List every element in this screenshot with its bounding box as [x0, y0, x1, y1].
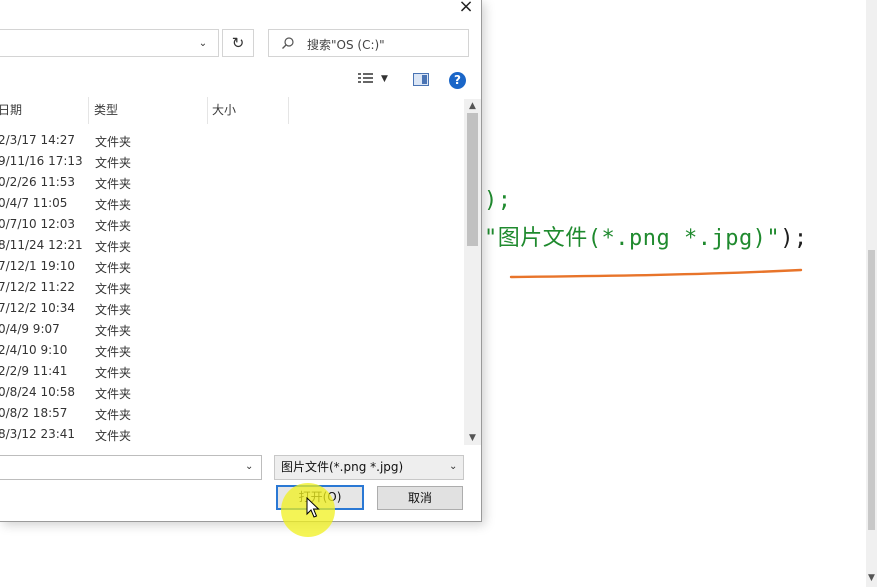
row-type: 文件夹	[95, 387, 132, 401]
row-date: 0/8/24 10:58	[0, 385, 76, 399]
table-row[interactable]: 0/4/7 11:05 文件夹	[0, 193, 462, 214]
view-options-button[interactable]: ▼	[357, 71, 393, 89]
address-bar[interactable]	[0, 29, 219, 57]
file-list-scrollbar[interactable]: ▲ ▼	[464, 99, 481, 445]
table-row[interactable]: 0/4/9 9:07 文件夹	[0, 319, 462, 340]
row-type: 文件夹	[95, 429, 132, 443]
table-row[interactable]: 2/3/17 14:27 文件夹	[0, 130, 462, 151]
scroll-down-icon[interactable]: ▼	[464, 433, 481, 443]
table-row[interactable]: 8/3/12 23:41 文件夹	[0, 424, 462, 445]
open-file-dialog: × ⌄ ↻ 搜索"OS (C:)" ▼ ? 日期 类型 大小 2/3/17 14…	[0, 0, 482, 522]
code-text: );	[484, 188, 512, 213]
row-type: 文件夹	[95, 303, 132, 317]
editor-scrollbar[interactable]: ▼	[866, 0, 877, 587]
row-type: 文件夹	[95, 240, 132, 254]
row-type: 文件夹	[95, 324, 132, 338]
row-date: 8/3/12 23:41	[0, 427, 76, 441]
table-row[interactable]: 9/11/16 17:13 文件夹	[0, 151, 462, 172]
row-type: 文件夹	[95, 219, 132, 233]
row-date: 2/4/10 9:10	[0, 343, 68, 357]
column-divider[interactable]	[288, 97, 289, 124]
file-list: 2/3/17 14:27 文件夹 9/11/16 17:13 文件夹 0/2/26 …	[0, 130, 462, 445]
table-row[interactable]: 0/2/26 11:53 文件夹	[0, 172, 462, 193]
scroll-up-icon[interactable]: ▲	[464, 101, 481, 111]
cancel-button[interactable]: 取消	[377, 486, 463, 510]
row-date: 2/3/17 14:27	[0, 133, 76, 147]
chevron-down-icon[interactable]: ⌄	[196, 38, 210, 50]
column-header-size[interactable]: 大小	[212, 97, 236, 124]
row-date: 8/11/24 12:21	[0, 238, 83, 252]
code-line: "图片文件(*.png *.jpg)");	[484, 220, 808, 252]
row-date: 0/8/2 18:57	[0, 406, 68, 420]
column-divider[interactable]	[88, 97, 89, 124]
chevron-down-icon[interactable]: ⌄	[449, 461, 457, 472]
caret-down-icon: ▼	[381, 74, 388, 84]
code-text: );	[780, 226, 808, 251]
table-row[interactable]: 7/12/1 19:10 文件夹	[0, 256, 462, 277]
row-type: 文件夹	[95, 408, 132, 422]
row-date: 2/2/9 11:41	[0, 364, 68, 378]
row-date: 7/12/2 10:34	[0, 301, 76, 315]
refresh-icon: ↻	[231, 34, 245, 52]
scroll-down-icon[interactable]: ▼	[866, 573, 877, 583]
code-string-literal: "图片文件(*.png *.jpg)"	[484, 226, 781, 251]
row-date: 9/11/16 17:13	[0, 154, 83, 168]
row-type: 文件夹	[95, 177, 132, 191]
table-row[interactable]: 7/12/2 10:34 文件夹	[0, 298, 462, 319]
row-type: 文件夹	[95, 282, 132, 296]
editor-scrollbar-thumb[interactable]	[868, 250, 875, 530]
row-date: 7/12/2 11:22	[0, 280, 76, 294]
file-list-scrollbar-thumb[interactable]	[467, 113, 478, 246]
column-header-type[interactable]: 类型	[94, 97, 118, 124]
column-header-date[interactable]: 日期	[0, 97, 22, 124]
table-row[interactable]: 0/7/10 12:03 文件夹	[0, 214, 462, 235]
search-icon	[282, 37, 294, 49]
mouse-pointer-icon	[306, 497, 320, 518]
file-type-filter-select[interactable]: 图片文件(*.png *.jpg)	[274, 455, 464, 480]
table-row[interactable]: 8/11/24 12:21 文件夹	[0, 235, 462, 256]
table-row[interactable]: 7/12/2 11:22 文件夹	[0, 277, 462, 298]
row-date: 0/4/9 9:07	[0, 322, 60, 336]
annotation-underline-code	[509, 268, 803, 279]
row-type: 文件夹	[95, 261, 132, 275]
search-placeholder: 搜索"OS (C:)"	[307, 38, 385, 52]
close-button[interactable]: ×	[452, 0, 480, 16]
code-line: );	[484, 188, 512, 213]
view-list-icon	[358, 73, 373, 83]
help-icon[interactable]: ?	[449, 72, 466, 89]
refresh-button[interactable]: ↻	[222, 29, 254, 57]
row-type: 文件夹	[95, 198, 132, 212]
row-type: 文件夹	[95, 156, 132, 170]
row-date: 0/4/7 11:05	[0, 196, 68, 210]
table-row[interactable]: 0/8/24 10:58 文件夹	[0, 382, 462, 403]
row-date: 0/7/10 12:03	[0, 217, 76, 231]
filename-input[interactable]	[0, 455, 262, 480]
row-type: 文件夹	[95, 135, 132, 149]
table-row[interactable]: 2/2/9 11:41 文件夹	[0, 361, 462, 382]
chevron-down-icon[interactable]: ⌄	[245, 461, 253, 472]
row-date: 0/2/26 11:53	[0, 175, 76, 189]
row-type: 文件夹	[95, 345, 132, 359]
table-row[interactable]: 2/4/10 9:10 文件夹	[0, 340, 462, 361]
table-row[interactable]: 0/8/2 18:57 文件夹	[0, 403, 462, 424]
column-divider[interactable]	[207, 97, 208, 124]
row-type: 文件夹	[95, 366, 132, 380]
preview-pane-icon[interactable]	[413, 73, 429, 86]
row-date: 7/12/1 19:10	[0, 259, 76, 273]
